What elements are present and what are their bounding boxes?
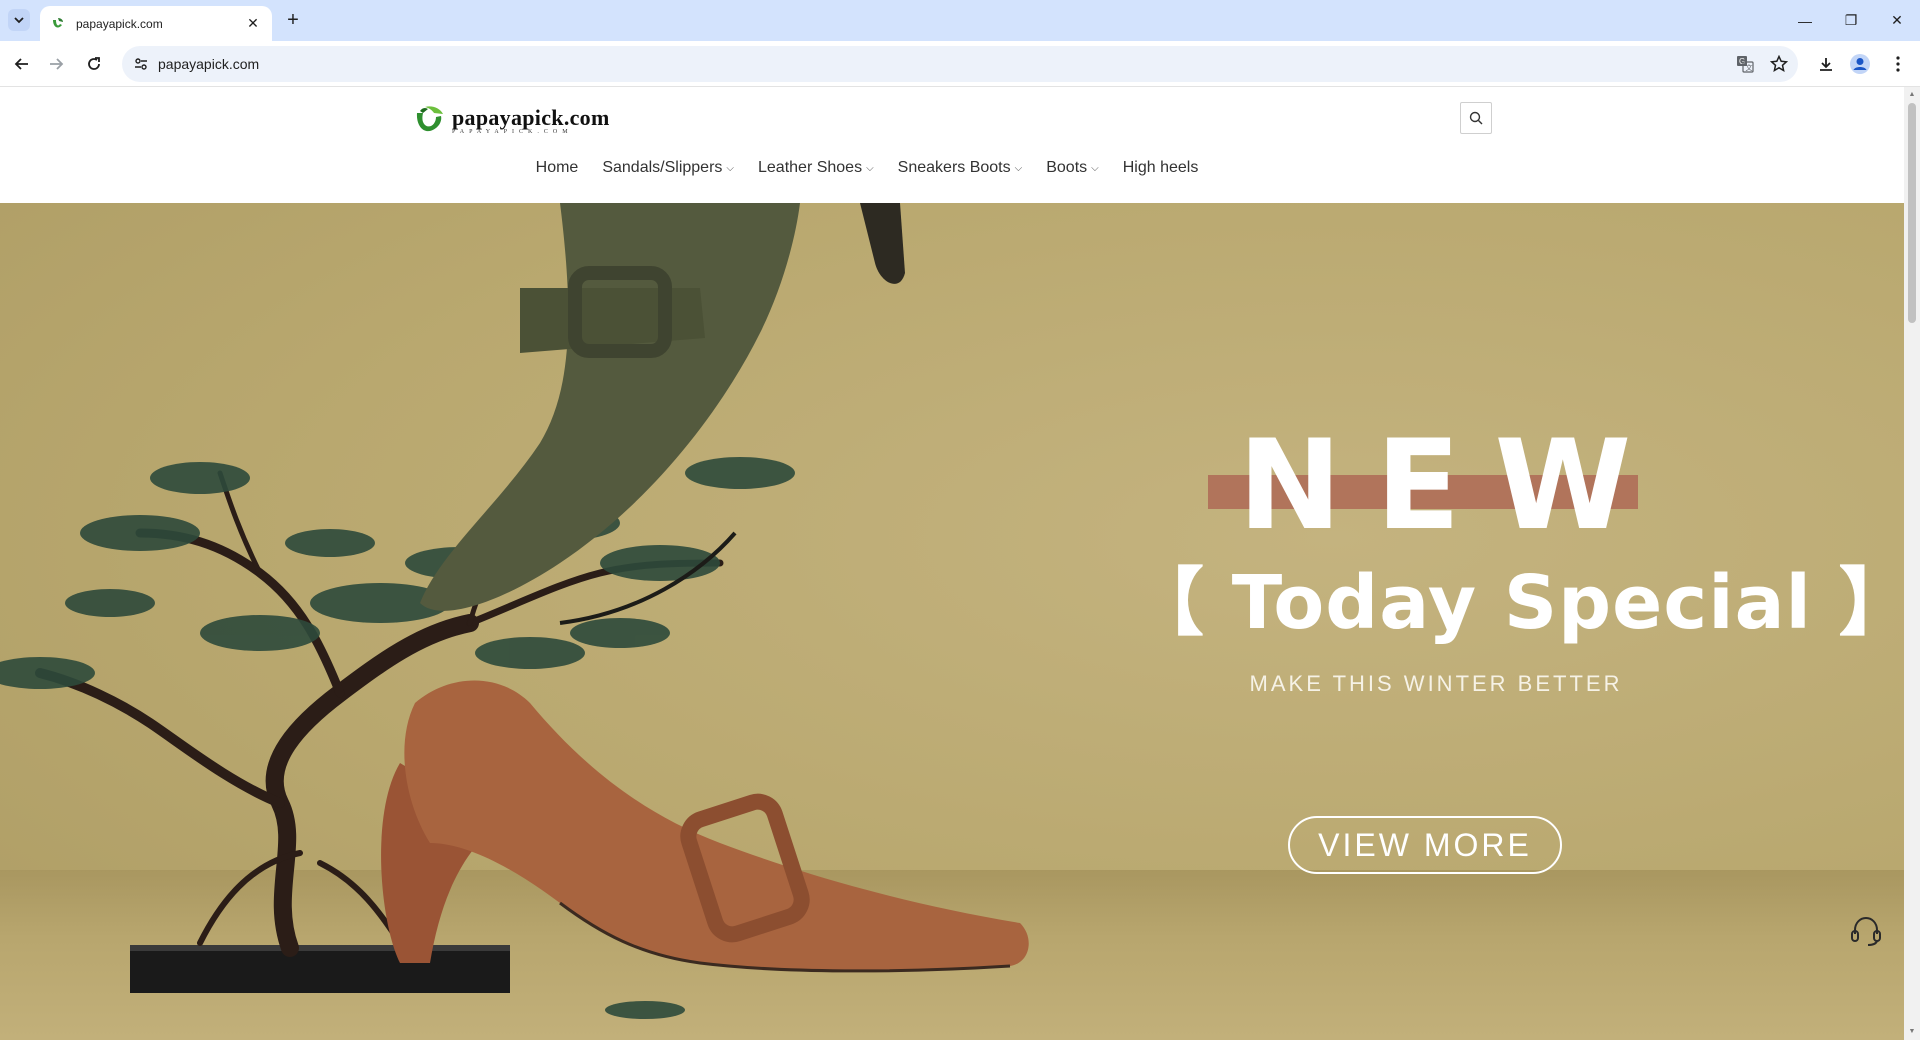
view-more-button[interactable]: VIEW MORE	[1288, 816, 1562, 874]
restore-button[interactable]: ❐	[1828, 0, 1874, 41]
logo-subtext: PAPAYAPICK.COM	[452, 128, 573, 135]
minimize-button[interactable]: —	[1782, 0, 1828, 41]
reload-icon	[88, 57, 100, 70]
download-icon	[1820, 58, 1832, 71]
nav-list: Home Sandals/Slippers ⌵ Leather Shoes ⌵ Sneak…	[524, 151, 1211, 185]
nav-item-sandals-slippers[interactable]: Sandals/Slippers ⌵	[590, 151, 746, 185]
site-info-icon[interactable]	[130, 53, 152, 75]
new-tab-button[interactable]: +	[282, 9, 304, 31]
logo-text: papayapick.com	[452, 104, 610, 130]
tab-close-button[interactable]: ✕	[244, 15, 262, 33]
star-icon[interactable]	[1764, 49, 1794, 79]
chevron-down-icon	[14, 17, 24, 24]
hero-subheadline: 【 Today Special 】	[1130, 560, 1904, 646]
nav-item-label: Sneakers Boots	[897, 159, 1011, 176]
main-navigation: Home Sandals/Slippers ⌵ Leather Shoes ⌵ Sneak…	[0, 151, 1904, 185]
nav-item-leather-shoes[interactable]: Leather Shoes ⌵	[746, 151, 886, 185]
download-button[interactable]	[1812, 50, 1840, 78]
browser-tabbar: papayapick.com ✕ + — ❐ ✕	[0, 0, 1920, 41]
page-scrollbar[interactable]: ▲ ▼	[1904, 87, 1920, 1040]
back-icon	[14, 58, 28, 70]
browser-tab-active[interactable]: papayapick.com ✕	[40, 6, 272, 41]
tab-title: papayapick.com	[76, 16, 163, 31]
nav-item-boots[interactable]: Boots ⌵	[1034, 151, 1111, 185]
hero-tagline: MAKE THIS WINTER BETTER	[1249, 671, 1623, 696]
nav-item-home[interactable]: Home	[524, 151, 591, 185]
profile-icon	[1850, 54, 1870, 74]
web-page: papayapick.com PAPAYAPICK.COM Home Sandal…	[0, 87, 1904, 1040]
scrollbar-thumb[interactable]	[1908, 103, 1916, 323]
chevron-down-icon: ⌵	[866, 162, 874, 174]
customer-support-button[interactable]	[1848, 913, 1884, 949]
site-logo[interactable]: papayapick.com PAPAYAPICK.COM	[412, 101, 610, 141]
address-bar[interactable]: papayapick.com G文	[122, 46, 1798, 82]
profile-button[interactable]	[1846, 50, 1874, 78]
nav-item-label: Sandals/Slippers	[602, 159, 723, 176]
reload-button[interactable]	[80, 50, 108, 78]
svg-text:文: 文	[1746, 63, 1753, 72]
nav-item-label: Leather Shoes	[758, 159, 863, 176]
forward-button[interactable]	[42, 50, 70, 78]
nav-item-sneakers-boots[interactable]: Sneakers Boots ⌵	[886, 151, 1035, 185]
url-text[interactable]: papayapick.com	[158, 56, 1730, 72]
chevron-down-icon: ⌵	[1014, 162, 1023, 174]
papaya-logo-icon	[416, 106, 443, 132]
favicon-icon	[53, 17, 63, 27]
browser-menu-button[interactable]	[1884, 50, 1912, 78]
brown-suede-pump	[381, 680, 1029, 973]
scroll-down-icon[interactable]: ▼	[1908, 1028, 1916, 1036]
nav-item-label: Home	[535, 159, 579, 176]
nav-item-high-heels[interactable]: High heels	[1111, 151, 1211, 185]
nav-item-label: High heels	[1122, 159, 1199, 176]
site-header: papayapick.com PAPAYAPICK.COM Home Sandal…	[0, 87, 1904, 203]
scroll-up-icon[interactable]: ▲	[1908, 91, 1916, 99]
search-icon	[1469, 111, 1483, 125]
forward-icon	[50, 58, 64, 70]
hero-headline: NEW	[1238, 414, 1666, 558]
headset-icon	[1851, 916, 1881, 946]
back-button[interactable]	[8, 50, 36, 78]
nav-item-label: Boots	[1046, 159, 1088, 176]
tab-list-button[interactable]	[8, 9, 30, 31]
window-controls: — ❐ ✕	[1782, 0, 1920, 41]
window-close-button[interactable]: ✕	[1874, 0, 1920, 41]
bonsai-plinth	[130, 945, 510, 993]
hero-banner[interactable]: NEW 【 Today Special 】 MAKE THIS WINTER B…	[0, 203, 1904, 1040]
menu-icon	[1896, 56, 1900, 72]
translate-icon[interactable]: G文	[1730, 49, 1760, 79]
search-button[interactable]	[1460, 102, 1492, 134]
hero-illustration	[0, 203, 1029, 1019]
chevron-down-icon: ⌵	[1091, 162, 1099, 174]
chevron-down-icon: ⌵	[726, 162, 734, 174]
browser-toolbar: papayapick.com G文	[0, 41, 1920, 87]
